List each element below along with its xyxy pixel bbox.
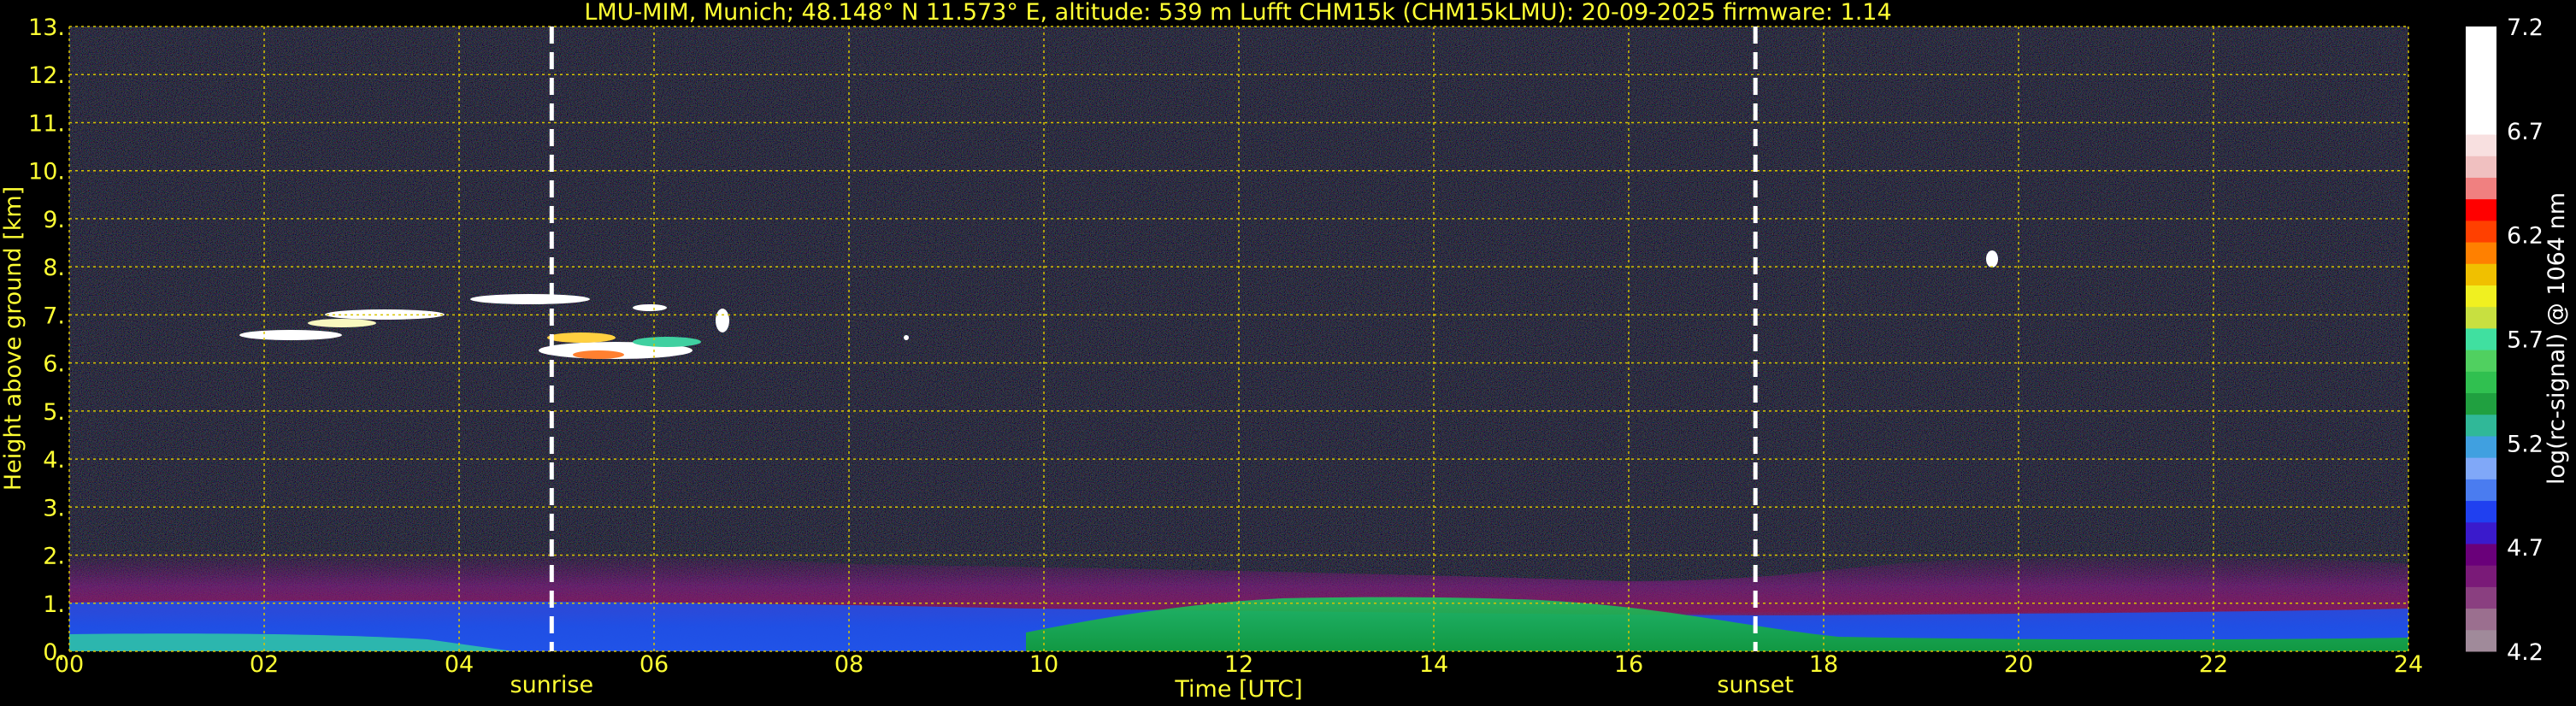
x-axis-ticks: 00 02 04 06 08 10 12 14 16 18 20 22 24 [55, 651, 2423, 678]
colorbar-ticks: 7.2 6.7 6.2 5.7 5.2 4.7 4.2 [2507, 15, 2544, 666]
y-tick-label: 8. [43, 255, 65, 281]
colorbar-segment [2466, 48, 2496, 70]
sunrise-label: sunrise [510, 672, 594, 698]
y-tick-label: 13. [28, 15, 65, 41]
y-tick-label: 7. [43, 303, 65, 329]
x-tick-label: 02 [250, 651, 279, 678]
colorbar-tick-label: 4.7 [2507, 535, 2544, 562]
colorbar-segment [2466, 565, 2496, 587]
y-tick-label: 6. [43, 351, 65, 378]
x-tick-label: 06 [640, 651, 669, 678]
isolated-high-cloud [1986, 250, 1998, 268]
colorbar-segment [2466, 327, 2496, 350]
colorbar-segment [2466, 543, 2496, 566]
y-tick-label: 11. [28, 110, 65, 137]
y-axis-label: Height above ground [km] [0, 186, 27, 491]
colorbar-segment [2466, 134, 2496, 156]
x-tick-label: 14 [1419, 651, 1448, 678]
y-tick-label: 10. [28, 159, 65, 185]
colorbar-segment [2466, 457, 2496, 479]
y-tick-label: 2. [43, 544, 65, 570]
colorbar-tick-label: 6.2 [2507, 223, 2544, 250]
x-tick-label: 10 [1029, 651, 1058, 678]
colorbar-label: log(rc-signal) @ 1064 nm [2544, 192, 2570, 485]
sunset-label: sunset [1717, 672, 1794, 698]
colorbar-segment [2466, 263, 2496, 285]
colorbar [2466, 26, 2496, 652]
colorbar-segment [2466, 306, 2496, 329]
colorbar-tick-label: 7.2 [2507, 15, 2544, 41]
chart-title: LMU-MIM, Munich; 48.148° N 11.573° E, al… [584, 0, 1891, 26]
x-tick-label: 04 [445, 651, 474, 678]
colorbar-segment [2466, 371, 2496, 394]
colorbar-segment [2466, 500, 2496, 523]
y-tick-label: 3. [43, 495, 65, 521]
colorbar-segment [2466, 608, 2496, 631]
colorbar-tick-label: 5.7 [2507, 327, 2544, 354]
colorbar-segment [2466, 156, 2496, 178]
colorbar-segment [2466, 479, 2496, 502]
colorbar-segment [2466, 521, 2496, 544]
x-tick-label: 18 [1809, 651, 1838, 678]
y-tick-label: 12. [28, 62, 65, 89]
colorbar-segment [2466, 414, 2496, 437]
x-tick-label: 24 [2394, 651, 2423, 678]
y-tick-label: 1. [43, 591, 65, 618]
colorbar-segment [2466, 629, 2496, 652]
y-tick-label: 0. [43, 639, 65, 666]
y-tick-label: 5. [43, 399, 65, 426]
colorbar-segment [2466, 586, 2496, 609]
colorbar-segment [2466, 91, 2496, 114]
x-tick-label: 12 [1224, 651, 1253, 678]
colorbar-tick-label: 5.2 [2507, 431, 2544, 457]
plot-area [68, 26, 2409, 652]
colorbar-segment [2466, 435, 2496, 458]
x-tick-label: 20 [2004, 651, 2033, 678]
colorbar-segment [2466, 69, 2496, 92]
y-tick-label: 4. [43, 447, 65, 474]
x-axis-label: Time [UTC] [1174, 676, 1302, 703]
colorbar-tick-label: 4.2 [2507, 639, 2544, 666]
colorbar-segment [2466, 242, 2496, 264]
colorbar-segment [2466, 112, 2496, 135]
colorbar-segment [2466, 177, 2496, 200]
x-tick-label: 22 [2199, 651, 2228, 678]
colorbar-segment [2466, 392, 2496, 415]
colorbar-segment [2466, 198, 2496, 221]
colorbar-segment [2466, 26, 2496, 49]
colorbar-segment [2466, 350, 2496, 372]
colorbar-segment [2466, 220, 2496, 243]
colorbar-tick-label: 6.7 [2507, 119, 2544, 145]
ceilometer-chart: LMU-MIM, Munich; 48.148° N 11.573° E, al… [0, 0, 2570, 703]
colorbar-segment [2466, 285, 2496, 308]
y-tick-label: 9. [43, 207, 65, 233]
x-tick-label: 16 [1614, 651, 1643, 678]
y-axis-ticks: 0. 1. 2. 3. 4. 5. 6. 7. 8. 9. 10. 11. 12. 13. [28, 15, 65, 666]
x-tick-label: 08 [834, 651, 864, 678]
